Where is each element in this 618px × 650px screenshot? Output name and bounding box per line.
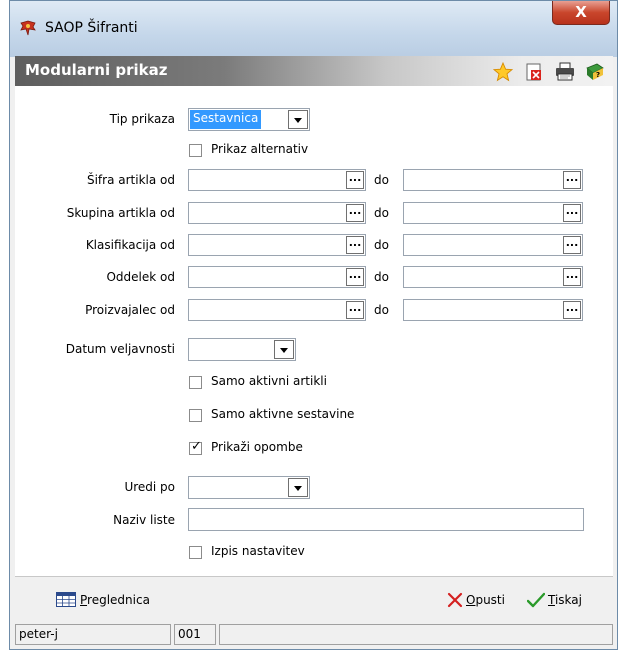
prikaz-alternativ-checkbox[interactable] [189,144,202,157]
svg-text:?: ? [596,71,600,79]
sifra-artikla-to-lookup-button[interactable]: ... [563,171,581,189]
tip-prikaza-select[interactable]: Sestavnica [188,108,310,131]
sifra-artikla-to-input[interactable]: ... [403,169,583,191]
samo-aktivne-sestavine-label: Samo aktivne sestavine [211,407,355,421]
status-user: peter-j [15,624,171,645]
proizvajalec-to-input[interactable]: ... [403,299,583,321]
sifra-artikla-label: Šifra artikla od [86,173,175,187]
help-book-icon[interactable]: ? [585,62,605,82]
form-panel: Tip prikaza Sestavnica Prikaz alternativ… [15,86,613,576]
proizvajalec-from-lookup-button[interactable]: ... [346,301,364,319]
window-title: SAOP Šifranti [45,20,138,36]
opusti-label: Opusti [466,593,505,607]
oddelek-from-lookup-button[interactable]: ... [346,268,364,286]
klasifikacija-do-label: do [374,238,389,252]
cancel-x-icon [447,592,463,608]
prikazi-opombe-checkbox[interactable]: ✓ [189,439,202,455]
status-extra [219,624,613,645]
naziv-liste-label: Naziv liste [113,513,175,527]
oddelek-do-label: do [374,270,389,284]
uredi-po-select[interactable] [188,476,310,499]
skupina-artikla-do-label: do [374,206,389,220]
chevron-down-icon [294,118,302,123]
prikazi-opombe-label: Prikaži opombe [211,440,303,454]
tip-prikaza-dropdown-button[interactable] [288,110,308,129]
naziv-liste-input[interactable] [188,508,584,531]
close-button[interactable]: X [552,1,610,25]
prikaz-alternativ-label: Prikaz alternativ [211,142,309,156]
skupina-artikla-to-input[interactable]: ... [403,202,583,224]
preglednica-label: Preglednica [80,593,150,607]
proizvajalec-do-label: do [374,303,389,317]
print-icon[interactable] [555,62,575,82]
checkmark-icon: ✓ [191,439,202,454]
klasifikacija-label: Klasifikacija od [85,238,175,252]
samo-aktivni-artikli-label: Samo aktivni artikli [211,374,327,388]
uredi-po-label: Uredi po [124,480,175,494]
klasifikacija-from-input[interactable]: ... [188,234,366,256]
klasifikacija-to-input[interactable]: ... [403,234,583,256]
sifra-artikla-do-label: do [374,173,389,187]
skupina-artikla-to-lookup-button[interactable]: ... [563,204,581,222]
checkmark-icon [527,592,545,608]
datum-veljavnosti-label: Datum veljavnosti [65,342,175,356]
samo-aktivni-artikli-checkbox[interactable] [189,376,202,389]
close-icon: X [575,3,587,21]
chevron-down-icon [280,348,288,353]
tip-prikaza-value: Sestavnica [190,110,262,129]
header-bar: Modularni prikaz ? [15,56,613,86]
dialog-window: SAOP Šifranti X Modularni prikaz ? Tip p… [9,0,618,650]
page-title: Modularni prikaz [25,61,168,79]
datum-veljavnosti-select[interactable] [188,338,296,361]
skupina-artikla-from-lookup-button[interactable]: ... [346,204,364,222]
proizvajalec-to-lookup-button[interactable]: ... [563,301,581,319]
uredi-po-dropdown-button[interactable] [288,478,308,497]
proizvajalec-from-input[interactable]: ... [188,299,366,321]
app-logo-icon [20,20,36,36]
datum-veljavnosti-dropdown-button[interactable] [274,340,294,359]
tip-prikaza-label: Tip prikaza [109,112,175,126]
table-icon [56,592,76,607]
izpis-nastavitev-label: Izpis nastavitev [211,544,305,558]
oddelek-to-lookup-button[interactable]: ... [563,268,581,286]
title-bar[interactable]: SAOP Šifranti X [10,1,617,57]
klasifikacija-from-lookup-button[interactable]: ... [346,236,364,254]
oddelek-from-input[interactable]: ... [188,266,366,288]
proizvajalec-label: Proizvajalec od [85,303,175,317]
status-bar: peter-j 001 [15,624,613,645]
skupina-artikla-label: Skupina artikla od [66,206,175,220]
star-icon[interactable] [493,62,513,82]
sifra-artikla-from-lookup-button[interactable]: ... [346,171,364,189]
status-code: 001 [174,624,216,645]
tiskaj-label: Tiskaj [548,593,582,607]
chevron-down-icon [294,486,302,491]
skupina-artikla-from-input[interactable]: ... [188,202,366,224]
samo-aktivne-sestavine-checkbox[interactable] [189,409,202,422]
sifra-artikla-from-input[interactable]: ... [188,169,366,191]
oddelek-to-input[interactable]: ... [403,266,583,288]
oddelek-label: Oddelek od [106,270,175,284]
klasifikacija-to-lookup-button[interactable]: ... [563,236,581,254]
delete-doc-icon[interactable] [524,62,544,82]
button-bar: Preglednica Opusti Tiskaj [15,576,613,621]
izpis-nastavitev-checkbox[interactable] [189,546,202,559]
